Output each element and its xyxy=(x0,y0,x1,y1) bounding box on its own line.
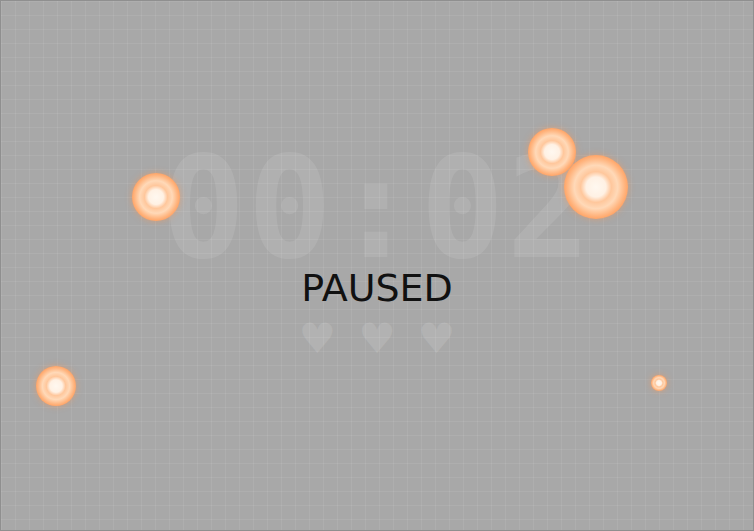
orb xyxy=(132,173,180,221)
heart-icon: ♥ xyxy=(358,315,396,363)
orb xyxy=(651,375,667,391)
heart-icon: ♥ xyxy=(299,315,337,363)
orb xyxy=(36,366,76,406)
hud: 00:02PAUSED♥ ♥ ♥ xyxy=(1,1,753,363)
paused-label: PAUSED xyxy=(301,265,453,311)
game-board: 00:02PAUSED♥ ♥ ♥ xyxy=(0,0,754,531)
lives: ♥ ♥ ♥ xyxy=(299,315,456,363)
timer: 00:02 xyxy=(161,153,592,265)
orb xyxy=(564,155,628,219)
heart-icon: ♥ xyxy=(418,315,456,363)
